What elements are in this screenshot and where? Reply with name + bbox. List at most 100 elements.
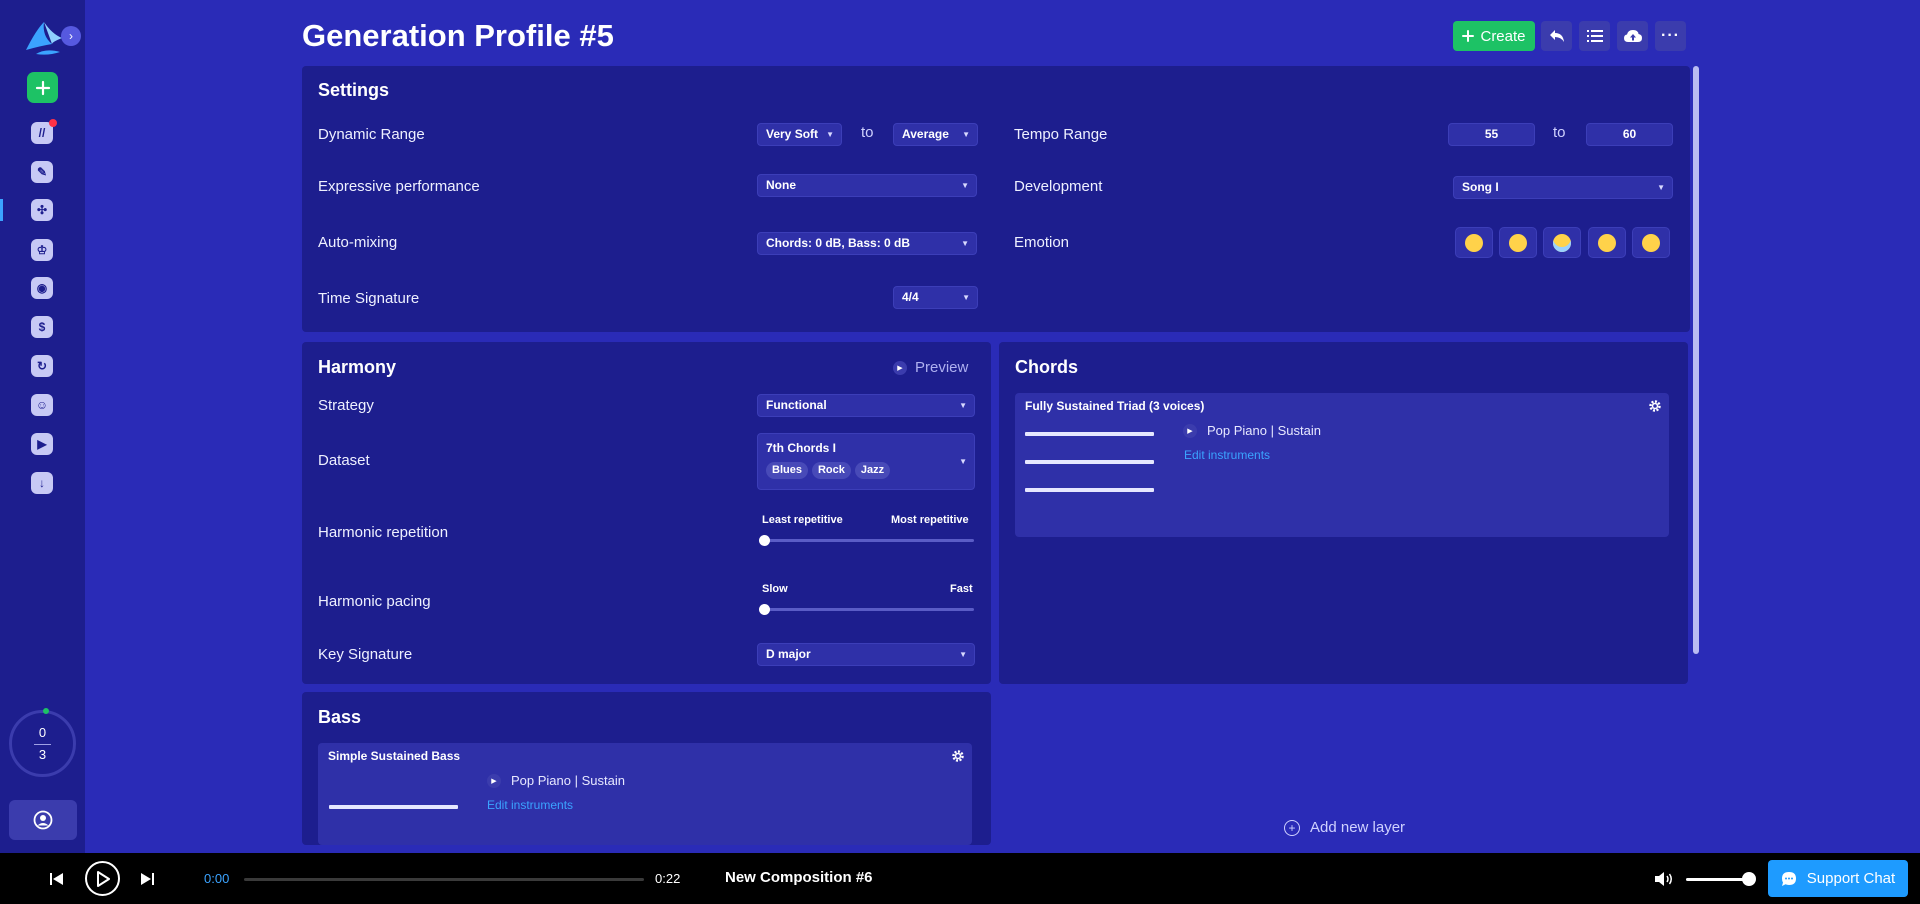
dynamic-range-label: Dynamic Range: [318, 126, 425, 143]
ellipsis-icon: ···: [1661, 27, 1680, 44]
play-pause-button[interactable]: [85, 861, 120, 896]
tempo-range-to-word: to: [1553, 124, 1566, 141]
dynamic-range-to-select[interactable]: Average ▼: [893, 123, 978, 146]
notification-dot: [49, 119, 57, 127]
harmonic-repetition-label: Harmonic repetition: [318, 524, 449, 541]
dataset-tag[interactable]: Jazz: [854, 462, 891, 479]
relieved-face-icon: [1465, 233, 1483, 252]
tempo-range-label: Tempo Range: [1014, 126, 1108, 143]
gear-icon[interactable]: [951, 749, 965, 763]
app-logo[interactable]: [22, 20, 64, 56]
nav-medal-icon[interactable]: ♔: [31, 239, 53, 261]
development-value: Song I: [1462, 180, 1499, 194]
auto-mixing-value: Chords: 0 dB, Bass: 0 dB: [766, 236, 911, 250]
harmonic-repetition-slider[interactable]: [762, 539, 974, 542]
user-icon: [33, 810, 53, 830]
chords-layer-card[interactable]: [1015, 393, 1669, 537]
add-new-layer-button[interactable]: + Add new layer: [1284, 819, 1405, 836]
chord-voice-line: [1025, 460, 1154, 464]
nav-generation-profile-icon[interactable]: ✣: [31, 199, 53, 221]
dataset-tag[interactable]: Rock: [811, 462, 851, 479]
next-track-icon[interactable]: [140, 872, 154, 886]
emotion-relieved-button[interactable]: [1455, 227, 1493, 258]
list-view-button[interactable]: [1579, 21, 1610, 51]
time-signature-select[interactable]: 4/4 ▼: [893, 286, 978, 309]
settings-title: Settings: [318, 80, 390, 100]
bass-voice-line: [329, 805, 458, 809]
harmonic-repetition-knob[interactable]: [759, 535, 770, 546]
plus-icon: [35, 80, 50, 95]
caret-down-icon: ▼: [826, 130, 834, 139]
credits-counter[interactable]: 0 3: [9, 708, 76, 777]
new-composition-button[interactable]: [27, 72, 58, 103]
grimacing-face-icon: [1642, 233, 1660, 252]
auto-mixing-select[interactable]: Chords: 0 dB, Bass: 0 dB ▼: [757, 232, 977, 255]
crying-face-icon: [1598, 233, 1616, 252]
page-title: Generation Profile #5: [302, 18, 614, 53]
caret-down-icon: ▼: [961, 181, 969, 190]
emotion-crying-button[interactable]: [1588, 227, 1626, 258]
strategy-select[interactable]: Functional ▼: [757, 394, 975, 417]
bass-edit-instruments-link[interactable]: Edit instruments: [487, 798, 573, 812]
nav-play-icon[interactable]: ▶: [31, 433, 53, 455]
progress-bar[interactable]: [244, 878, 644, 881]
caret-down-icon: ▼: [959, 401, 967, 410]
dynamic-range-from-select[interactable]: Very Soft ▼: [757, 123, 842, 146]
undo-button[interactable]: [1541, 21, 1572, 51]
caret-down-icon: ▼: [961, 239, 969, 248]
nav-dollar-icon[interactable]: $: [31, 316, 53, 338]
nav-broadcast-icon[interactable]: ◉: [31, 277, 53, 299]
upload-button[interactable]: [1617, 21, 1648, 51]
credits-used: 0: [38, 725, 47, 740]
bass-instrument[interactable]: ▶ Pop Piano | Sustain: [487, 773, 625, 788]
dataset-label: Dataset: [318, 452, 370, 469]
create-button[interactable]: Create: [1453, 21, 1535, 51]
volume-icon[interactable]: [1654, 871, 1674, 887]
gear-icon[interactable]: [1648, 399, 1662, 413]
chords-instrument[interactable]: ▶ Pop Piano | Sustain: [1183, 423, 1321, 438]
dataset-tag[interactable]: Blues: [766, 462, 808, 479]
emotion-label: Emotion: [1014, 234, 1070, 251]
key-signature-label: Key Signature: [318, 646, 413, 663]
nav-download-icon[interactable]: ↓: [31, 472, 53, 494]
caret-down-icon: ▼: [1657, 183, 1665, 192]
expand-sidebar-button[interactable]: ›: [61, 26, 81, 46]
previous-track-icon[interactable]: [50, 872, 64, 886]
profile-button[interactable]: [9, 800, 77, 840]
harmonic-pacing-slider[interactable]: [762, 608, 974, 611]
harmonic-pacing-knob[interactable]: [759, 604, 770, 615]
track-title[interactable]: New Composition #6: [725, 869, 873, 886]
auto-mixing-label: Auto-mixing: [318, 234, 398, 251]
dataset-select[interactable]: 7th Chords I Blues Rock Jazz ▼: [757, 433, 975, 490]
emotion-grimacing-button[interactable]: [1632, 227, 1670, 258]
plus-circle-icon: +: [1284, 819, 1300, 836]
pacing-max-label: Fast: [950, 583, 973, 595]
development-select[interactable]: Song I ▼: [1453, 176, 1673, 199]
emotion-partying-button[interactable]: [1499, 227, 1537, 258]
chords-edit-instruments-link[interactable]: Edit instruments: [1184, 448, 1270, 462]
tempo-to-input[interactable]: 60: [1586, 123, 1673, 146]
play-icon[interactable]: ▶: [487, 773, 501, 788]
nav-discord-icon[interactable]: ☺: [31, 394, 53, 416]
harmony-preview-button[interactable]: ▶ Preview: [893, 359, 968, 376]
chord-voice-line: [1025, 488, 1154, 492]
emotion-anxious-button[interactable]: [1543, 227, 1581, 258]
chords-title: Chords: [1015, 357, 1078, 377]
player-bar: 0:00 0:22 New Composition #6 Support Cha…: [0, 853, 1920, 904]
repetition-min-label: Least repetitive: [762, 514, 843, 526]
volume-knob[interactable]: [1742, 872, 1756, 886]
expressive-performance-label: Expressive performance: [318, 178, 480, 195]
play-icon[interactable]: ▶: [1183, 423, 1197, 438]
key-signature-select[interactable]: D major ▼: [757, 643, 975, 666]
volume-slider[interactable]: [1686, 878, 1748, 881]
nav-pen-icon[interactable]: ✎: [31, 161, 53, 183]
dataset-tags: Blues Rock Jazz: [766, 461, 974, 479]
main-scrollbar[interactable]: [1693, 66, 1699, 654]
more-options-button[interactable]: ···: [1655, 21, 1686, 51]
tempo-from-input[interactable]: 55: [1448, 123, 1535, 146]
nav-history-icon[interactable]: ↻: [31, 355, 53, 377]
plus-icon: [1462, 30, 1475, 42]
expressive-performance-select[interactable]: None ▼: [757, 174, 977, 197]
reply-arrow-icon: [1549, 30, 1564, 42]
support-chat-button[interactable]: Support Chat: [1768, 860, 1908, 897]
